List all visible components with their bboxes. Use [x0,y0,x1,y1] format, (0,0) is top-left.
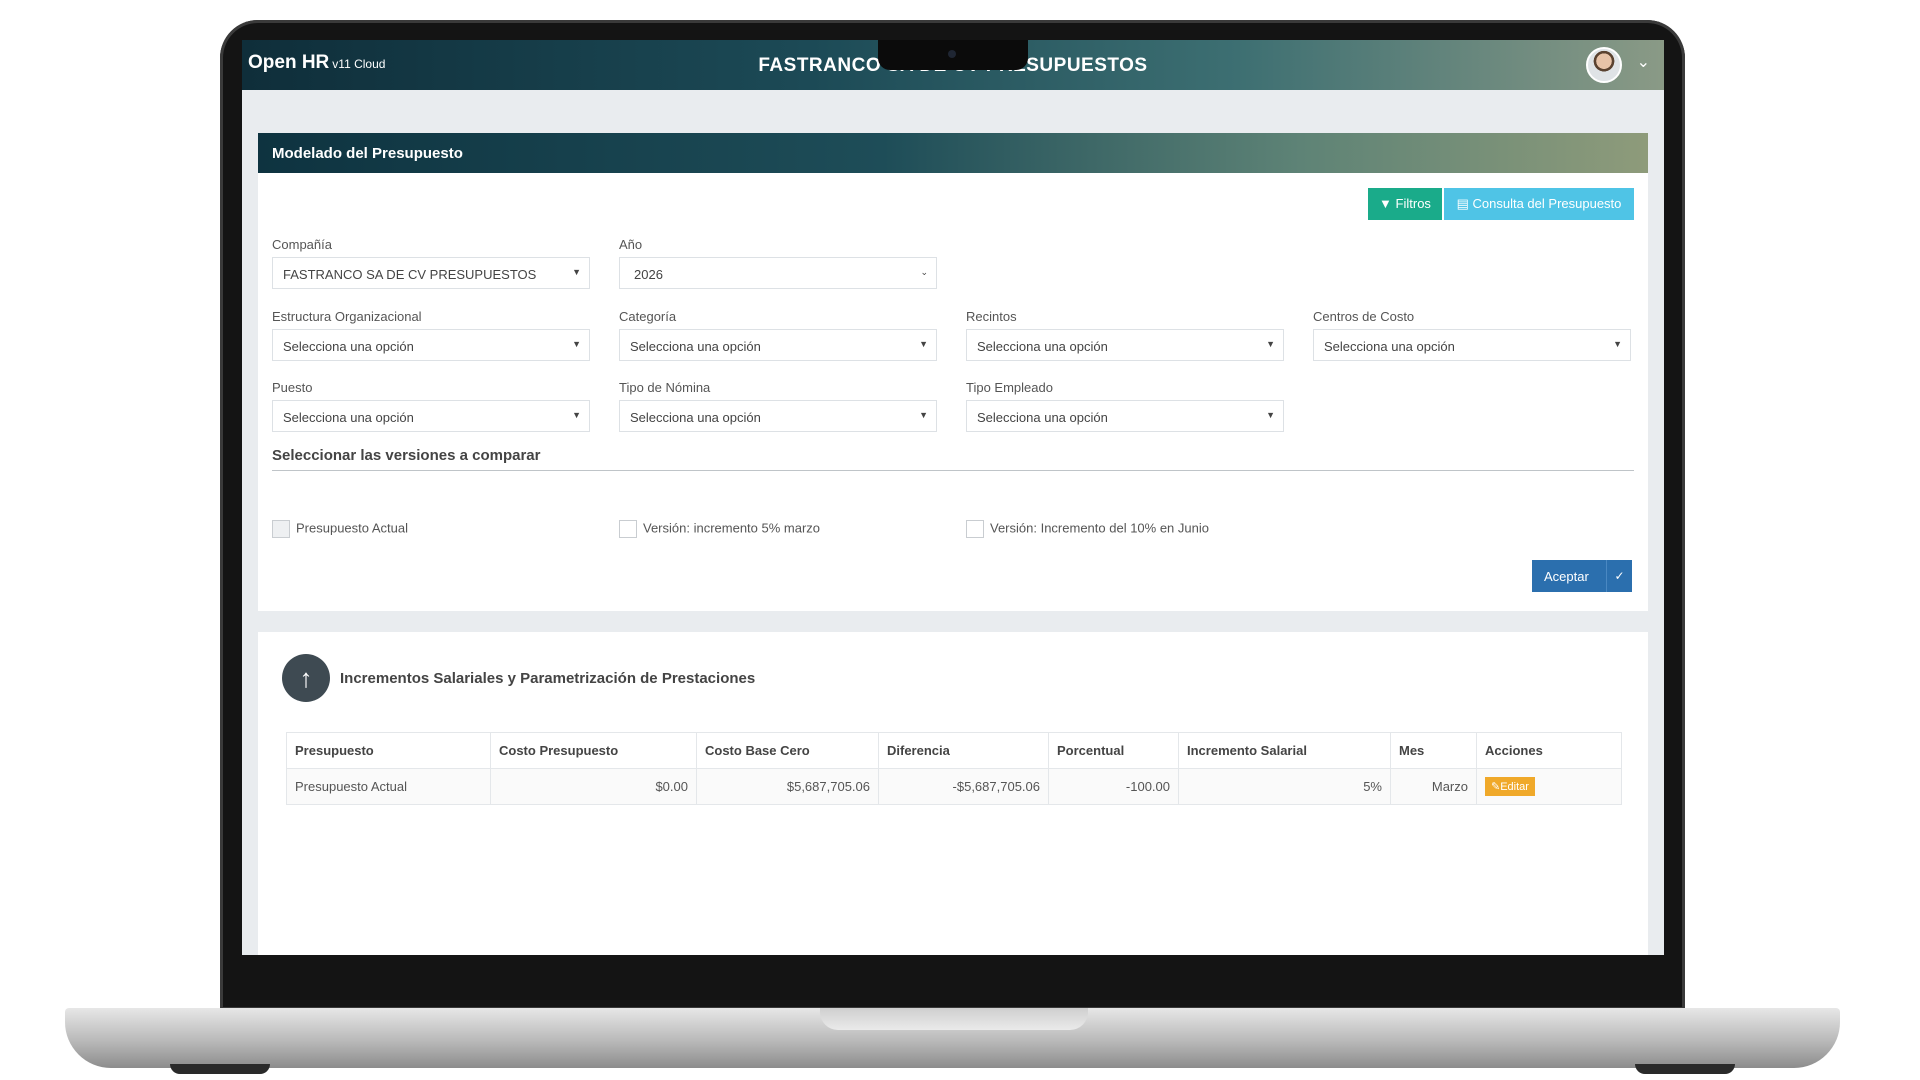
budget-query-button[interactable]: ▤ Consulta del Presupuesto [1444,188,1634,220]
year-select[interactable]: 2026 ⌄ [619,257,937,289]
panel-title: Modelado del Presupuesto [258,133,1648,173]
position-value: Selecciona una opción [283,410,414,425]
cell-porcentual: -100.00 [1048,768,1179,805]
cell-incremento-salarial: 5% [1178,768,1391,805]
company-value: FASTRANCO SA DE CV PRESUPUESTOS [283,267,537,282]
edit-icon: ✎ [1491,781,1501,793]
category-label: Categoría [619,309,677,324]
employee-type-select[interactable]: Selecciona una opción ▼ [966,400,1284,432]
category-value: Selecciona una opción [630,339,761,354]
payroll-type-value: Selecciona una opción [630,410,761,425]
filters-label: Filtros [1395,196,1431,211]
camera-icon [948,50,956,58]
position-label: Puesto [272,380,313,395]
table-header-row: Presupuesto Costo Presupuesto Costo Base… [286,732,1622,769]
screen: Open HRv11 Cloud FASTRANCO SA DE CV PRES… [242,40,1664,955]
edit-button[interactable]: ✎Editar [1485,777,1535,796]
cell-mes: Marzo [1390,768,1477,805]
filter-icon: ▼ [1379,196,1392,211]
camera-notch [878,40,1028,70]
chevron-down-icon: ⌄ [920,267,928,277]
org-structure-label: Estructura Organizacional [272,309,422,324]
payroll-type-select[interactable]: Selecciona una opción ▼ [619,400,937,432]
col-presupuesto[interactable]: Presupuesto [286,732,491,769]
col-porcentual[interactable]: Porcentual [1048,732,1179,769]
cost-centers-value: Selecciona una opción [1324,339,1455,354]
budget-table: Presupuesto Costo Presupuesto Costo Base… [286,732,1622,805]
arrow-up-icon[interactable]: ↑ [282,654,330,702]
increments-title: Incrementos Salariales y Parametrización… [340,670,756,687]
laptop-hinge [820,1008,1088,1030]
cell-costo-base-cero: $5,687,705.06 [696,768,879,805]
year-label: Año [619,237,643,252]
caret-down-icon: ▼ [1266,339,1275,349]
version-label: Presupuesto Actual [296,520,409,536]
divider [272,470,1634,471]
cost-centers-label: Centros de Costo [1313,309,1415,324]
recintos-label: Recintos [966,309,1017,324]
laptop-mockup: Open HRv11 Cloud FASTRANCO SA DE CV PRES… [0,0,1920,1080]
checkbox-box[interactable] [272,520,290,538]
version-label: Versión: Incremento del 10% en Junio [990,520,1209,536]
caret-down-icon: ▼ [572,339,581,349]
cost-centers-select[interactable]: Selecciona una opción ▼ [1313,329,1631,361]
employee-type-label: Tipo Empleado [966,380,1053,395]
accept-label: Aceptar [1544,569,1589,584]
employee-type-value: Selecciona una opción [977,410,1108,425]
caret-down-icon: ▼ [572,410,581,420]
col-costo-presupuesto[interactable]: Costo Presupuesto [490,732,697,769]
recintos-select[interactable]: Selecciona una opción ▼ [966,329,1284,361]
bar-chart-icon: ▤ [1456,196,1469,211]
caret-down-icon: ▼ [572,267,581,277]
checkbox-box[interactable] [619,520,637,538]
versions-title: Seleccionar las versiones a comparar [272,447,541,464]
laptop-foot-left [170,1064,270,1074]
caret-down-icon: ▼ [1266,410,1275,420]
check-icon[interactable]: ✓ [1606,560,1632,592]
edit-label: Editar [1500,781,1529,793]
cell-acciones: ✎Editar [1476,768,1622,805]
budget-query-label: Consulta del Presupuesto [1472,196,1622,211]
col-incremento-salarial[interactable]: Incremento Salarial [1178,732,1391,769]
recintos-value: Selecciona una opción [977,339,1108,354]
category-select[interactable]: Selecciona una opción ▼ [619,329,937,361]
position-select[interactable]: Selecciona una opción ▼ [272,400,590,432]
filters-button[interactable]: ▼ Filtros [1368,188,1442,220]
cell-costo-presupuesto: $0.00 [490,768,697,805]
version-checkbox-actual[interactable]: Presupuesto Actual [272,520,408,538]
checkbox-box[interactable] [966,520,984,538]
caret-down-icon: ▼ [919,410,928,420]
cell-diferencia: -$5,687,705.06 [878,768,1049,805]
col-mes[interactable]: Mes [1390,732,1477,769]
caret-down-icon: ▼ [919,339,928,349]
payroll-type-label: Tipo de Nómina [619,380,711,395]
table-row: Presupuesto Actual $0.00 $5,687,705.06 -… [286,768,1622,805]
version-label: Versión: incremento 5% marzo [643,520,821,536]
org-structure-select[interactable]: Selecciona una opción ▼ [272,329,590,361]
chevron-down-icon[interactable]: ⌄ [1637,52,1650,72]
accept-button[interactable]: Aceptar ✓ [1532,560,1632,592]
version-checkbox-5pct[interactable]: Versión: incremento 5% marzo [619,520,820,538]
col-acciones: Acciones [1476,732,1622,769]
org-structure-value: Selecciona una opción [283,339,414,354]
cell-presupuesto: Presupuesto Actual [286,768,491,805]
year-value: 2026 [634,267,663,282]
laptop-foot-right [1635,1064,1735,1074]
budget-model-panel: Modelado del Presupuesto ▼ Filtros ▤ Con… [258,133,1648,611]
company-label: Compañía [272,237,332,252]
caret-down-icon: ▼ [1613,339,1622,349]
col-diferencia[interactable]: Diferencia [878,732,1049,769]
avatar[interactable] [1586,47,1622,83]
company-select[interactable]: FASTRANCO SA DE CV PRESUPUESTOS ▼ [272,257,590,289]
version-checkbox-10pct[interactable]: Versión: Incremento del 10% en Junio [966,520,1209,538]
salary-increments-panel: ↑ Incrementos Salariales y Parametrizaci… [258,632,1648,955]
col-costo-base-cero[interactable]: Costo Base Cero [696,732,879,769]
